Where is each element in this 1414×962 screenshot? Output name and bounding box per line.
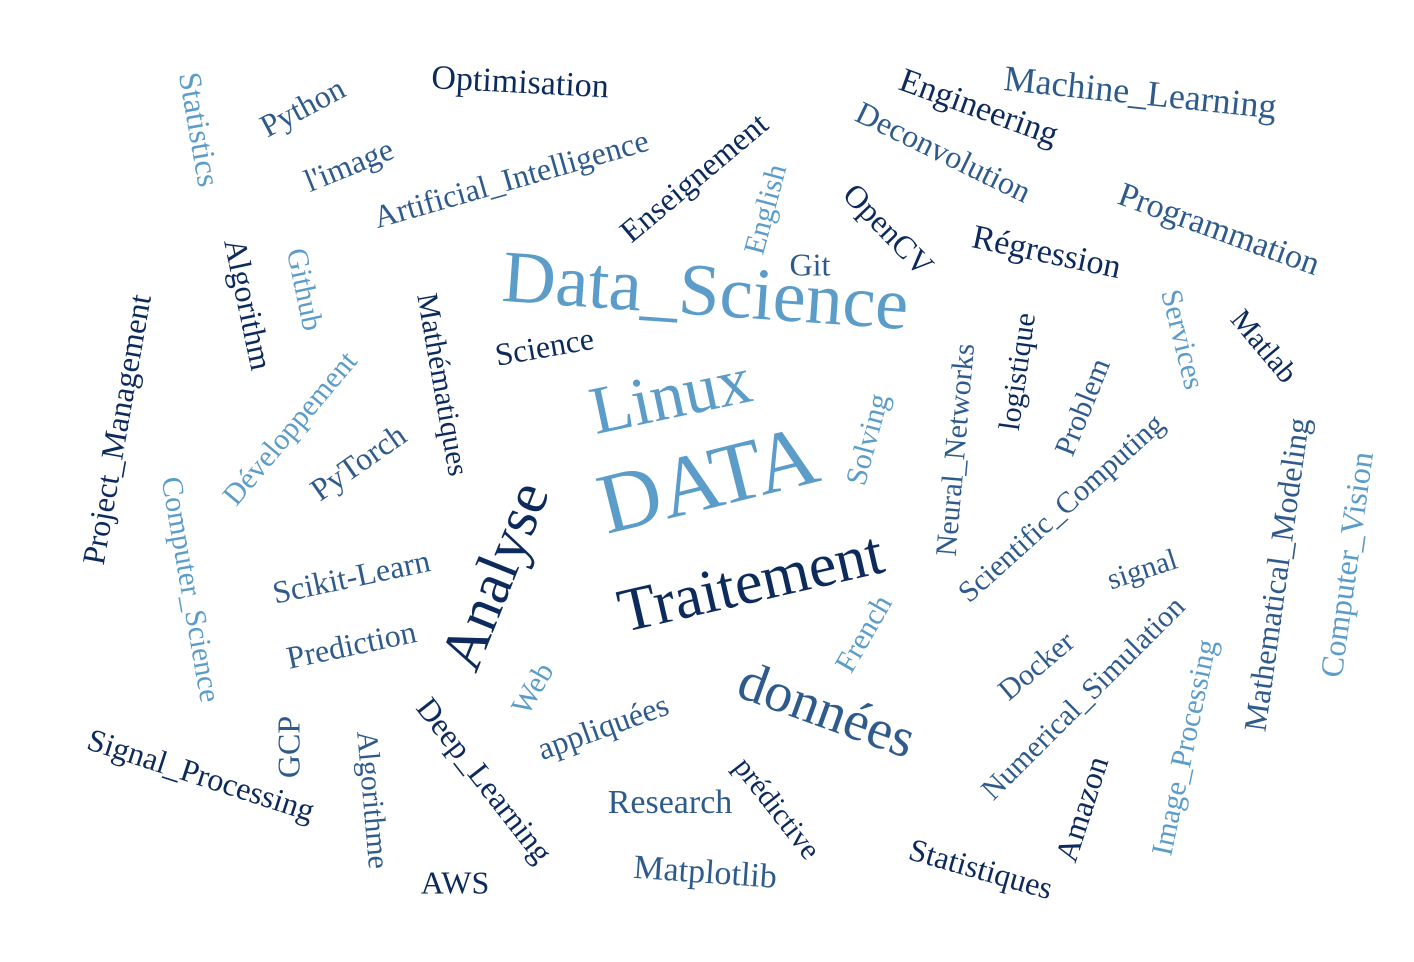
word-matplotlib: Matplotlib [632,849,778,896]
word-french: French [829,589,899,678]
word-gcp: GCP [270,716,306,778]
word-aws: AWS [421,864,490,900]
word-computer-science: Computer_Science [155,474,227,705]
word-appliqu-es: appliquées [532,686,673,767]
word-programmation: Programmation [1113,176,1324,283]
word-statistiques: Statistiques [905,831,1057,906]
word-solving: Solving [839,390,895,489]
word-web: Web [505,657,561,720]
word-computer-vision: Computer_Vision [1313,449,1380,679]
word-python: Python [254,70,351,144]
word-matlab: Matlab [1224,303,1304,389]
word-services: Services [1154,286,1211,393]
word-r-gression: Régression [969,219,1124,287]
word-optimisation: Optimisation [431,59,610,105]
word-science: Science [492,320,596,373]
word-deep-learning: Deep_Learning [409,690,560,869]
word-algorithme: Algorithme [350,729,395,870]
word-image-processing: Image_Processing [1145,636,1223,858]
word-l-image: l'image [299,131,399,199]
word-donn-es: données [730,650,924,771]
word-prediction: Prediction [283,613,419,676]
word-pytorch: PyTorch [303,416,412,507]
word-pr-dictive: prédictive [727,751,827,866]
word-logistique: logistique [993,311,1042,433]
word-github: Github [280,245,330,333]
word-project-management: Project_Management [75,291,158,567]
word-mathematical-modeling: Mathematical_Modeling [1237,415,1317,733]
word-cloud: Data_ScienceDATALinuxTraitementAnalysedo… [75,58,1380,906]
word-signal: signal [1103,543,1181,597]
word-research: Research [608,784,733,821]
word-artificial-intelligence: Artificial_Intelligence [369,122,652,235]
word-analyse: Analyse [427,472,562,679]
word-math-matiques: Mathématiques [410,291,475,479]
word-algorithm: Algorithm [217,235,280,373]
word-scikit-learn: Scikit-Learn [269,542,433,610]
word-statistics: Statistics [172,69,228,189]
word-amazon: Amazon [1048,752,1116,866]
word-git: Git [790,246,831,282]
word-english: English [738,161,794,258]
word-neural-networks: Neural_Networks [930,342,981,557]
